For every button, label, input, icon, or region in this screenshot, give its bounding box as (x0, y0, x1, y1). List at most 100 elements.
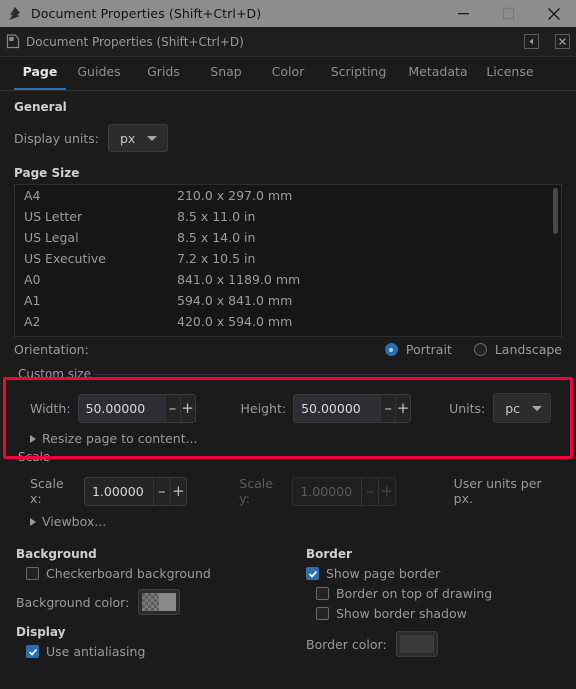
custom-size-title: Custom size (16, 367, 96, 381)
show-page-border-checkbox[interactable] (306, 567, 319, 580)
background-color-swatch[interactable] (138, 589, 181, 615)
page-size-scrollbar[interactable] (553, 188, 558, 234)
display-units-dropdown[interactable]: px (108, 124, 168, 152)
tab-scripting[interactable]: Scripting (319, 57, 398, 90)
table-row[interactable]: US Letter 8.5 x 11.0 in (15, 206, 561, 227)
background-display-column: Background Checkerboard background Backg… (8, 547, 298, 659)
table-row[interactable]: A2 420.0 x 594.0 mm (15, 311, 561, 332)
viewbox-toggle[interactable]: Viewbox... (14, 514, 562, 529)
tab-scripting-label: Scripting (330, 64, 387, 79)
use-antialiasing-row[interactable]: Use antialiasing (16, 644, 298, 659)
tab-bar: Page Guides Grids Snap Color Scripting M… (0, 57, 576, 91)
border-on-top-label: Border on top of drawing (336, 586, 493, 601)
page-tab-content: General Display units: px Page Size A4 2… (0, 100, 576, 659)
page-size-name: US Executive (24, 251, 106, 266)
scale-x-value[interactable]: 1.00000 (85, 478, 153, 505)
checkerboard-background-row[interactable]: Checkerboard background (16, 566, 298, 581)
units-value: pc (505, 400, 521, 416)
table-row[interactable]: A4 210.0 x 297.0 mm (15, 185, 561, 206)
display-units-row: Display units: px (14, 124, 568, 152)
show-border-shadow-checkbox[interactable] (316, 607, 329, 620)
close-panel-icon[interactable] (555, 34, 570, 49)
tab-page[interactable]: Page (14, 57, 66, 90)
use-antialiasing-checkbox[interactable] (26, 645, 39, 658)
scale-title: Scale (16, 450, 55, 464)
scale-y-decrement-button: – (361, 477, 378, 505)
table-row[interactable]: A0 841.0 x 1189.0 mm (15, 269, 561, 290)
width-input[interactable]: 50.00000 – + (77, 393, 196, 423)
chevron-down-icon (147, 135, 158, 141)
minimize-icon[interactable] (441, 0, 486, 27)
width-decrement-button[interactable]: – (164, 394, 180, 422)
tab-grids[interactable]: Grids (132, 57, 195, 90)
table-row[interactable]: US Executive 7.2 x 10.5 in (15, 248, 561, 269)
height-increment-button[interactable]: + (395, 394, 410, 422)
scale-x-increment-button[interactable]: + (169, 477, 187, 505)
inkscape-logo-icon (7, 6, 23, 22)
tab-snap-label: Snap (210, 64, 242, 79)
tab-license[interactable]: License (478, 57, 542, 90)
scale-x-decrement-button[interactable]: – (152, 477, 170, 505)
bottom-columns: Background Checkerboard background Backg… (8, 547, 568, 659)
tab-color[interactable]: Color (257, 57, 319, 90)
tab-guides-label: Guides (77, 64, 121, 79)
tab-snap[interactable]: Snap (195, 57, 257, 90)
page-size-name: A2 (24, 314, 41, 329)
custom-size-group: Custom size Width: 50.00000 – + Height: … (14, 367, 562, 446)
border-color-label: Border color: (306, 636, 387, 652)
page-size-list[interactable]: A4 210.0 x 297.0 mm US Letter 8.5 x 11.0… (14, 184, 562, 337)
table-row[interactable]: US Legal 8.5 x 14.0 in (15, 227, 561, 248)
scale-y-value: 1.00000 (300, 483, 353, 499)
width-value[interactable]: 50.00000 (78, 394, 165, 422)
document-properties-panel: Page Guides Grids Snap Color Scripting M… (0, 56, 576, 689)
page-size-dimensions: 210.0 x 297.0 mm (177, 188, 293, 203)
display-units-label: Display units: (14, 130, 99, 146)
display-units-value: px (120, 130, 136, 146)
scale-x-label: Scale x: (30, 476, 64, 506)
tab-metadata-label: Metadata (408, 64, 468, 79)
radio-portrait[interactable] (384, 343, 398, 356)
background-color-label: Background color: (16, 594, 130, 610)
background-color-row: Background color: (16, 589, 298, 615)
border-on-top-row[interactable]: Border on top of drawing (306, 586, 568, 601)
height-input[interactable]: 50.00000 – + (293, 393, 412, 423)
maximize-icon[interactable] (486, 0, 531, 27)
width-increment-button[interactable]: + (179, 394, 195, 422)
chevron-right-icon (30, 434, 36, 443)
orientation-landscape-label: Landscape (494, 342, 562, 357)
checkerboard-pattern (142, 593, 160, 611)
border-section-title: Border (306, 547, 352, 561)
units-dropdown[interactable]: pc (493, 393, 552, 423)
window-titlebar[interactable]: Document Properties (Shift+Ctrl+D) (0, 0, 576, 27)
show-border-shadow-label: Show border shadow (336, 606, 467, 621)
solid-color-fill (399, 635, 434, 653)
height-value[interactable]: 50.00000 (294, 394, 381, 422)
checkerboard-background-checkbox[interactable] (26, 567, 39, 580)
show-page-border-row[interactable]: Show page border (306, 566, 568, 581)
dialog-header: Document Properties (Shift+Ctrl+D) (0, 27, 576, 56)
page-size-dimensions: 420.0 x 594.0 mm (177, 314, 293, 329)
background-section-title: Background (16, 547, 97, 561)
window-controls (441, 0, 576, 27)
scale-y-input: 1.00000 – + (292, 476, 396, 506)
scale-group: Scale Scale x: 1.00000 – + Scale y: 1.00… (14, 450, 562, 529)
resize-page-to-content-toggle[interactable]: Resize page to content... (14, 431, 562, 446)
border-color-swatch[interactable] (395, 631, 438, 657)
radio-landscape[interactable] (473, 343, 487, 356)
collapse-panel-icon[interactable] (524, 34, 539, 49)
close-icon[interactable] (531, 0, 576, 27)
height-decrement-button[interactable]: – (380, 394, 395, 422)
scale-x-input[interactable]: 1.00000 – + (83, 476, 188, 506)
border-on-top-checkbox[interactable] (316, 587, 329, 600)
orientation-portrait-label: Portrait (405, 342, 452, 357)
tab-metadata[interactable]: Metadata (398, 57, 478, 90)
viewbox-label: Viewbox... (42, 514, 107, 529)
border-column: Border Show page border Border on top of… (298, 547, 568, 659)
show-border-shadow-row[interactable]: Show border shadow (306, 606, 568, 621)
page-size-dimensions: 841.0 x 1189.0 mm (177, 272, 301, 287)
tab-guides[interactable]: Guides (66, 57, 132, 90)
page-size-name: A1 (24, 293, 41, 308)
custom-size-fields-row: Width: 50.00000 – + Height: 50.00000 – +… (14, 393, 562, 423)
table-row[interactable]: A1 594.0 x 841.0 mm (15, 290, 561, 311)
checkerboard-background-label: Checkerboard background (46, 566, 211, 581)
